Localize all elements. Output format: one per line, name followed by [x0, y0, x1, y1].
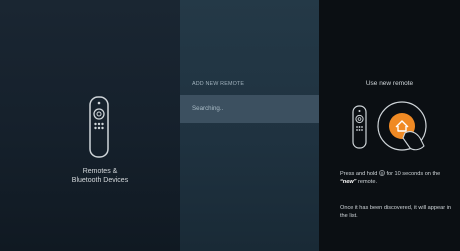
searching-list-item[interactable]: Searching..: [180, 95, 319, 123]
discovery-instruction: Once it has been discovered, it will app…: [340, 205, 452, 219]
instruction-post: remote.: [358, 178, 378, 185]
hold-home-instruction: Press and hold for 10 seconds on the “ne…: [340, 170, 452, 186]
remotes-label-line1: Remotes &: [82, 168, 118, 175]
instruction-mid: for 10 seconds on the: [386, 171, 441, 177]
remote-icon: [89, 96, 109, 158]
home-icon: [379, 170, 385, 176]
middle-panel: [180, 0, 319, 251]
instruction-new: “new”: [340, 178, 357, 185]
finger-icon: [402, 131, 425, 151]
remotes-label-line2: Bluetooth Devices: [71, 177, 129, 184]
instruction-pre: Press and hold: [340, 171, 378, 177]
remotes-bluetooth-label: Remotes & Bluetooth Devices: [0, 167, 200, 185]
add-new-remote-heading: ADD NEW REMOTE: [192, 81, 245, 87]
use-new-remote-title: Use new remote: [365, 80, 414, 87]
searching-text: Searching..: [192, 105, 224, 112]
remote-icon: [352, 105, 367, 149]
fire-tv-add-remote-screen: Remotes & Bluetooth Devices ADD NEW REMO…: [0, 0, 460, 251]
remote-pairing-illustration: [352, 101, 427, 151]
